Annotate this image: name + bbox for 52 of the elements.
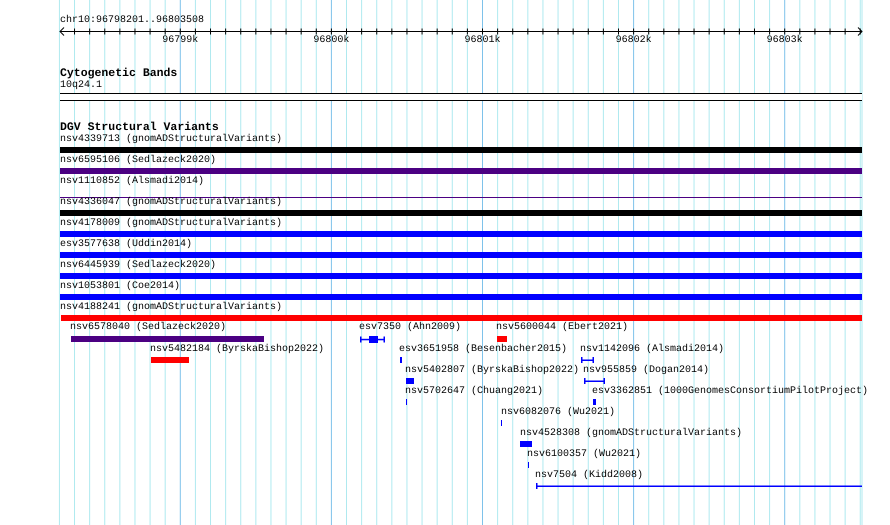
variant-bar[interactable] [60,294,862,300]
variant-bar[interactable] [60,273,862,279]
ruler-tick-label: 96803k [766,36,803,46]
variant-span[interactable] [584,378,605,384]
variant-bar[interactable] [406,378,414,384]
variant-line[interactable] [60,197,862,198]
feature-label: esv7350 (Ahn2009) [359,323,462,333]
track-title: Cytogenetic Bands [60,68,178,80]
feature-label: nsv5600044 (Ebert2021) [496,323,628,333]
feature-label: nsv1142096 (Alsmadi2014) [580,345,724,355]
variant-bar[interactable] [593,399,596,405]
feature-label: nsv6082076 (Wu2021) [501,408,616,418]
feature-label: nsv4188241 (gnomADStructuralVariants) [60,303,282,313]
feature-label: nsv5702647 (Chuang2021) [405,387,544,397]
track-title: DGV Structural Variants [60,122,219,134]
variant-bar[interactable] [520,441,532,447]
variant-bar[interactable] [497,336,507,342]
feature-label: esv3362851 (1000GenomesConsortiumPilotProject) [592,387,868,397]
feature-label: nsv6578040 (Sedlazeck2020) [70,323,226,333]
feature-label: nsv6100357 (Wu2021) [527,450,642,460]
feature-label: esv3577638 (Uddin2014) [60,240,192,250]
variant-bar[interactable] [60,252,862,258]
feature-label: nsv6595106 (Sedlazeck2020) [60,156,216,166]
feature-label: nsv5482184 (ByrskaBishop2022) [150,345,324,355]
variant-bar[interactable] [60,168,862,174]
feature-label: nsv7504 (Kidd2008) [535,471,644,481]
ruler-tick-label: 96800k [313,36,350,46]
feature-label: nsv4339713 (gnomADStructuralVariants) [60,135,282,145]
variant-span[interactable] [581,357,594,363]
feature-label: nsv1053801 (Coe2014) [60,282,180,292]
feature-label: esv3651958 (Besenbacher2015) [399,345,568,355]
band-label: 10q24.1 [60,81,102,91]
feature-label: nsv1110852 (Alsmadi2014) [60,177,204,187]
feature-label: nsv955859 (Dogan2014) [583,366,710,376]
variant-span[interactable] [536,483,862,489]
cytoband[interactable] [60,93,862,101]
feature-label: nsv4528308 (gnomADStructuralVariants) [520,429,742,439]
ruler-tick-label: 96799k [162,36,198,46]
variant-span[interactable] [360,336,385,343]
ruler-tick-label: 96801k [464,36,500,46]
location-label: chr10:96798201..96803508 [60,16,204,26]
variant-bar[interactable] [60,210,862,216]
variant-bar[interactable] [151,357,189,363]
variant-bar[interactable] [71,336,264,342]
variant-bar[interactable] [60,231,862,237]
feature-label: nsv5402807 (ByrskaBishop2022) [405,366,580,376]
variant-bar[interactable] [60,147,862,153]
variant-bar[interactable] [61,315,862,321]
feature-label: nsv4336047 (gnomADStructuralVariants) [60,198,282,208]
feature-label: nsv6445939 (Sedlazeck2020) [60,261,216,271]
ruler-tick-label: 96802k [616,36,652,46]
feature-label: nsv4178009 (gnomADStructuralVariants) [60,219,282,229]
